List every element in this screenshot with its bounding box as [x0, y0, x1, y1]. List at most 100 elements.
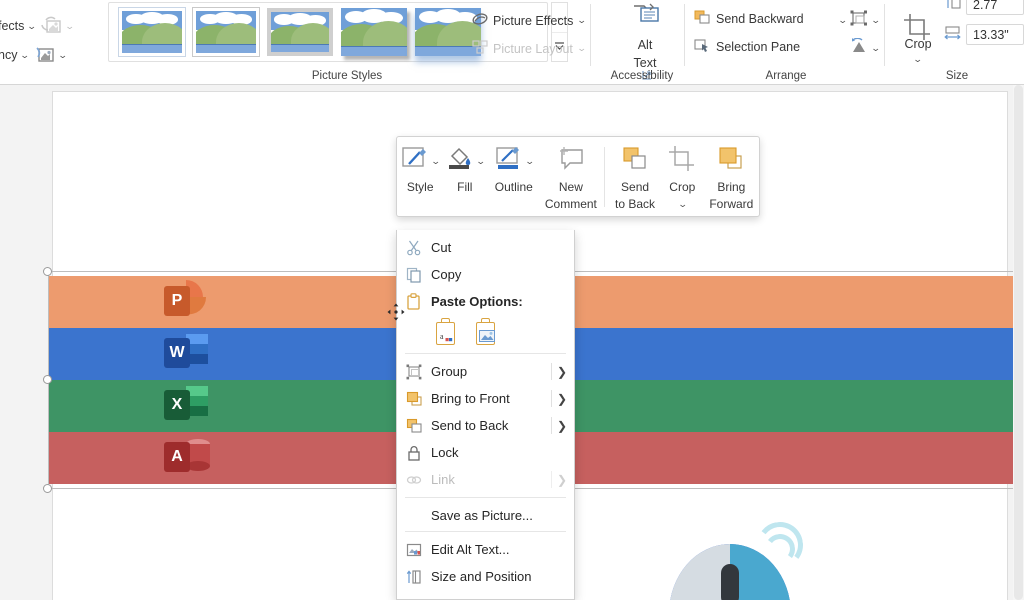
bring-forward-icon — [716, 145, 746, 178]
minitoolbar-crop-label: Crop — [669, 180, 696, 194]
shape-height-row[interactable]: 2.77 — [944, 0, 1024, 15]
paste-options-row[interactable]: a — [397, 315, 574, 349]
chevron-down-icon[interactable]: ⌄ — [20, 50, 30, 61]
picture-corrections-icon[interactable] — [33, 45, 55, 65]
rotate-picture-icon[interactable] — [40, 16, 62, 36]
paste-use-destination-theme-icon[interactable]: a — [433, 318, 459, 346]
minitoolbar-crop-button[interactable]: Crop ⌄ — [661, 137, 704, 212]
ribbon-group-effects: Picture Effects ⌄ Picture Layout ⌄ — [466, 0, 594, 85]
crop-button[interactable]: Crop ⌄ — [896, 14, 940, 65]
picture-layout-icon — [472, 40, 488, 57]
vertical-scrollbar[interactable] — [1013, 85, 1024, 600]
context-menu-item-edit-alt-text[interactable]: Edit Alt Text... — [397, 536, 574, 563]
shape-width-row[interactable]: 13.33" — [944, 24, 1024, 45]
lock-icon — [397, 445, 431, 461]
chevron-down-icon[interactable]: ⌄ — [525, 156, 535, 167]
shape-height-input[interactable]: 2.77 — [966, 0, 1024, 15]
context-menu-label-link: Link — [431, 472, 455, 487]
context-menu-label-edit-alt-text: Edit Alt Text... — [431, 542, 510, 557]
resize-handle-bottom-left[interactable] — [43, 484, 52, 493]
chevron-down-icon[interactable]: ⌄ — [58, 50, 68, 61]
ribbon-group-accessibility: Alt Text Accessibility — [590, 0, 688, 85]
chevron-down-icon[interactable]: ⌄ — [871, 43, 881, 54]
context-menu-item-save-as-picture[interactable]: Save as Picture... — [397, 502, 574, 529]
crop-icon — [667, 145, 697, 178]
send-backward-button[interactable]: Send Backward — [694, 10, 804, 28]
chevron-down-icon[interactable]: ⌄ — [838, 15, 848, 26]
powerpoint-letter: P — [164, 286, 190, 316]
context-menu-label-size-and-position: Size and Position — [431, 569, 532, 584]
chevron-down-icon[interactable]: ⌄ — [677, 199, 687, 210]
minitoolbar-new-comment-button[interactable]: New Comment — [541, 137, 600, 211]
transparency-control[interactable]: ncy ⌄ ⌄ — [0, 45, 68, 65]
picture-style-thumb[interactable] — [118, 7, 186, 57]
rotate-objects-dropdown[interactable]: ⌄ — [834, 37, 881, 59]
chevron-right-icon[interactable]: ❯ — [550, 392, 574, 406]
powerpoint-window: fects ⌄ ⌄ ncy ⌄ ⌄ ⌄ Picture Styles Pictu… — [0, 0, 1024, 600]
context-menu-item-size-and-position[interactable]: Size and Position — [397, 563, 574, 590]
svg-text:a: a — [440, 332, 444, 341]
rotate-objects-icon[interactable] — [850, 37, 868, 59]
context-menu-label-paste-options: Paste Options: — [431, 294, 523, 309]
group-objects-icon[interactable] — [850, 10, 868, 31]
chevron-down-icon[interactable]: ⌄ — [913, 54, 923, 65]
picture-style-thumb[interactable] — [267, 8, 333, 56]
minitoolbar-outline-label: Outline — [494, 180, 533, 194]
chevron-down-icon[interactable]: ⌄ — [65, 21, 75, 32]
chevron-down-icon[interactable]: ⌄ — [577, 43, 587, 54]
minitoolbar-new-comment-label2: Comment — [544, 197, 597, 211]
minitoolbar-new-comment-label1: New — [558, 180, 583, 194]
shape-width-icon — [944, 25, 961, 45]
send-backward-dropdown[interactable]: ⌄ ⌄ — [838, 10, 881, 31]
minitoolbar-outline-button[interactable]: ⌄ Outline — [486, 137, 541, 194]
shape-outline-icon — [494, 145, 524, 178]
minitoolbar-fill-button[interactable]: ⌄ Fill — [443, 137, 486, 194]
access-letter: A — [164, 442, 190, 472]
context-menu-divider — [405, 497, 566, 498]
minitoolbar-send-to-back-button[interactable]: Send to Back — [609, 137, 661, 211]
ribbon-group-size: Crop ⌄ 2.77 13.33" Size — [884, 0, 1024, 85]
context-menu-divider — [405, 353, 566, 354]
ribbon: fects ⌄ ⌄ ncy ⌄ ⌄ ⌄ Picture Styles Pictu… — [0, 0, 1024, 85]
context-menu-item-cut[interactable]: Cut — [397, 234, 574, 261]
chevron-down-icon[interactable]: ⌄ — [27, 21, 37, 32]
chevron-right-icon[interactable]: ❯ — [550, 365, 574, 379]
minitoolbar-send-to-back-label2: to Back — [615, 197, 656, 211]
send-to-back-icon — [620, 145, 650, 178]
alt-text-label-line2: Text — [633, 56, 657, 70]
size-and-position-icon — [397, 569, 431, 585]
context-menu-item-copy[interactable]: Copy — [397, 261, 574, 288]
alt-text-button[interactable]: Alt Text — [618, 2, 672, 71]
resize-handle-top-left[interactable] — [43, 267, 52, 276]
picture-effects-button[interactable]: Picture Effects ⌄ — [472, 12, 587, 29]
vertical-scrollbar-thumb[interactable] — [1014, 85, 1023, 600]
word-app-icon: W — [164, 334, 208, 374]
context-menu-item-lock[interactable]: Lock — [397, 439, 574, 466]
bring-to-front-icon — [397, 391, 431, 407]
chevron-down-icon[interactable]: ⌄ — [577, 15, 587, 26]
context-menu-item-send-to-back[interactable]: Send to Back ❯ — [397, 412, 574, 439]
artistic-effects-control[interactable]: fects ⌄ ⌄ — [0, 16, 75, 36]
group-objects-icon — [397, 364, 431, 380]
context-menu[interactable]: Cut Copy Paste Options: a Group ❯ Bring … — [396, 230, 575, 600]
resize-handle-middle-left[interactable] — [43, 375, 52, 384]
chevron-down-icon[interactable]: ⌄ — [431, 156, 441, 167]
picture-style-thumb[interactable] — [341, 8, 407, 56]
chevron-right-icon[interactable]: ❯ — [550, 419, 574, 433]
computer-mouse-icon — [669, 519, 806, 600]
picture-layout-button[interactable]: Picture Layout ⌄ — [472, 40, 587, 57]
shape-width-input[interactable]: 13.33" — [966, 24, 1024, 45]
chevron-down-icon[interactable]: ⌄ — [476, 156, 486, 167]
context-menu-item-group[interactable]: Group ❯ — [397, 358, 574, 385]
context-menu-label-save-as-picture: Save as Picture... — [431, 508, 533, 523]
selection-pane-label: Selection Pane — [716, 40, 801, 54]
picture-style-icon — [400, 145, 430, 178]
paste-picture-icon[interactable] — [473, 318, 499, 346]
picture-style-thumb[interactable] — [192, 7, 260, 57]
minitoolbar-bring-forward-button[interactable]: Bring Forward — [704, 137, 759, 211]
chevron-down-icon[interactable]: ⌄ — [871, 15, 881, 26]
context-menu-item-bring-to-front[interactable]: Bring to Front ❯ — [397, 385, 574, 412]
mini-toolbar[interactable]: ⌄ Style ⌄ Fill ⌄ Outline New Comment Sen… — [396, 136, 760, 217]
selection-pane-button[interactable]: Selection Pane — [694, 38, 800, 56]
minitoolbar-style-button[interactable]: ⌄ Style — [397, 137, 443, 194]
